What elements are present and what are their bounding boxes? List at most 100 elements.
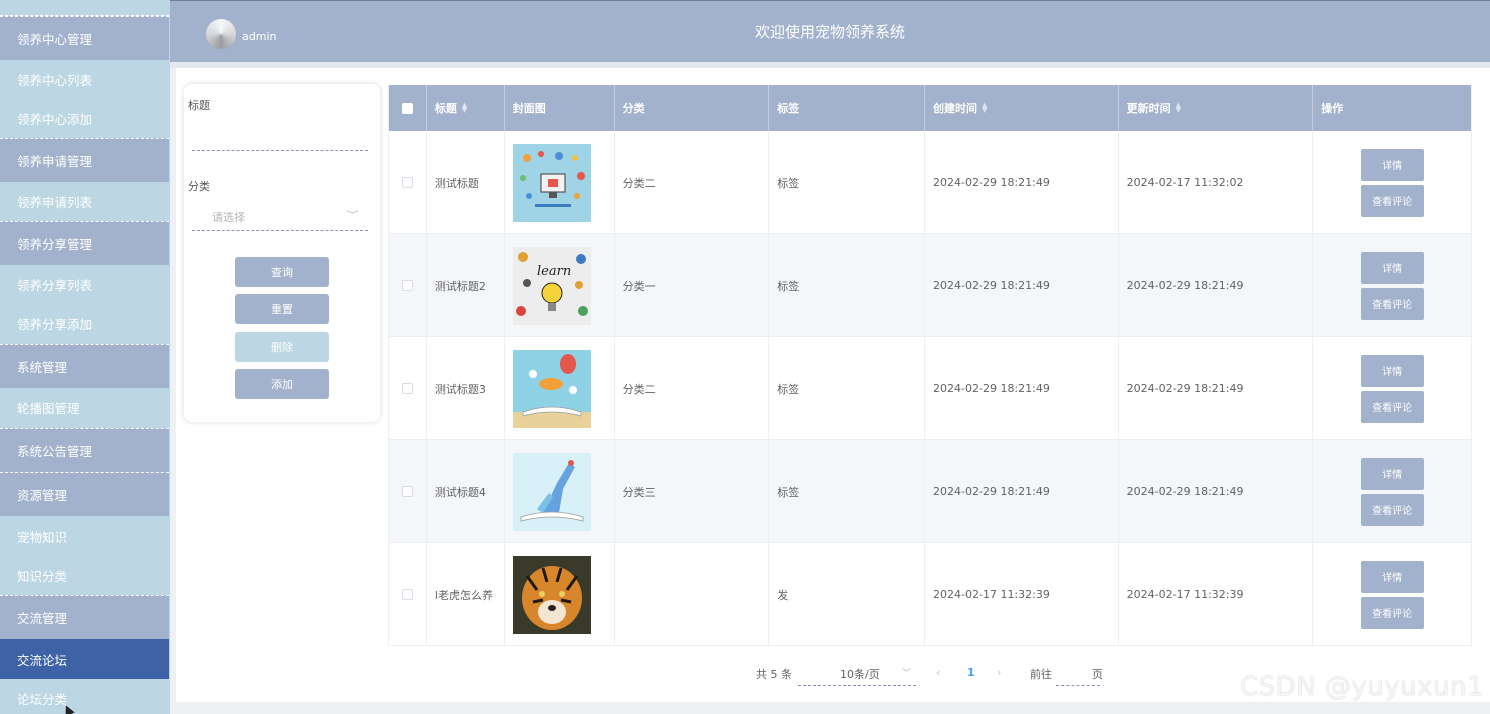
table-row: 测试标题4 分类三 标签 2024-02-29 18:21:49 2024-02… [389, 440, 1471, 543]
detail-button[interactable]: 详情 [1360, 251, 1424, 284]
goto-label: 前往 [1030, 668, 1052, 681]
sidebar-item-carousel[interactable]: 轮播图管理 [0, 388, 169, 427]
cell-title: l老虎怎么养 [427, 543, 505, 646]
cell-title: 测试标题 [427, 131, 505, 234]
column-header-label: 创建时间 [933, 102, 978, 115]
cell-tag: 发 [769, 543, 926, 646]
cell-updated-time: 2024-02-29 18:21:49 [1119, 440, 1314, 543]
cell-updated-time: 2024-02-17 11:32:39 [1119, 543, 1314, 646]
cell-created-time: 2024-02-29 18:21:49 [925, 131, 1119, 234]
page-number-current[interactable]: 1 [967, 666, 975, 679]
sidebar-item-adoption-share-list[interactable]: 领养分享列表 [0, 265, 169, 304]
sidebar-item-adoption-share-add[interactable]: 领养分享添加 [0, 304, 169, 343]
title-input[interactable] [192, 120, 368, 150]
sidebar-group-system[interactable]: 系统管理 [0, 344, 169, 388]
title-input-underline [192, 150, 368, 151]
sidebar-group-adoption-application[interactable]: 领养申请管理 [0, 138, 169, 182]
cell-updated-time: 2024-02-29 18:21:49 [1119, 234, 1314, 337]
main-content: 标题 分类 请选择 ﹀ 查询 重置 删除 添加 标题 ▲ ▼ 封面图 分类 标签 创… [176, 68, 1490, 702]
table-row: l老虎怎么养 发 2024-02-17 11:32:39 2024-02-17 … [389, 543, 1471, 646]
cell-category: 分类二 [615, 131, 770, 234]
sidebar-item-forum[interactable]: 交流论坛 [0, 639, 169, 679]
sidebar-group-adoption-share[interactable]: 领养分享管理 [0, 221, 169, 265]
detail-button[interactable]: 详情 [1360, 560, 1424, 593]
sidebar-item-label: 领养分享管理 [17, 237, 93, 252]
cell-created-time: 2024-02-29 18:21:49 [925, 234, 1119, 337]
sidebar-group-communication[interactable]: 交流管理 [0, 595, 169, 639]
watermark: CSDN @yuyuxun1 [1239, 672, 1484, 702]
cell-actions: 详情 查看评论 [1313, 337, 1471, 440]
sidebar-item-label: 领养申请管理 [17, 154, 93, 169]
sidebar-item-label: 资源管理 [17, 488, 68, 503]
detail-button[interactable]: 详情 [1360, 148, 1424, 181]
cover-image [512, 143, 591, 222]
cell-actions: 详情 查看评论 [1313, 440, 1471, 543]
column-header-label: 封面图 [512, 102, 546, 115]
sidebar-group-announcements[interactable]: 系统公告管理 [0, 428, 169, 472]
cell-tag: 标签 [769, 131, 926, 234]
category-select-placeholder: 请选择 [212, 211, 245, 224]
column-header-created[interactable]: 创建时间 ▲ ▼ [925, 85, 1119, 131]
prev-page-icon[interactable]: ‹ [936, 666, 940, 679]
column-header-cover: 封面图 [505, 85, 615, 131]
next-page-icon[interactable]: › [997, 666, 1001, 679]
cell-updated-time: 2024-02-17 11:32:02 [1119, 131, 1314, 234]
sidebar-item-label: 系统公告管理 [17, 444, 93, 459]
sidebar-item-label: 领养申请列表 [17, 195, 93, 210]
table-row: 测试标题3 分类二 标签 2024-02-29 18:21:49 2024-02… [389, 337, 1471, 440]
page-size-select[interactable]: 10条/页 [840, 666, 880, 682]
sidebar-item-label: 宠物知识 [17, 530, 68, 545]
sidebar-group-adoption-center[interactable]: 领养中心管理 [0, 16, 169, 60]
reset-button[interactable]: 重置 [235, 294, 329, 324]
add-button[interactable]: 添加 [235, 369, 329, 399]
select-all-checkbox[interactable] [401, 102, 413, 114]
sort-icon[interactable]: ▲ ▼ [982, 102, 987, 114]
view-comments-button[interactable]: 查看评论 [1360, 390, 1424, 423]
column-header-title[interactable]: 标题 ▲ ▼ [427, 85, 505, 131]
top-header: admin 欢迎使用宠物领养系统 [170, 0, 1490, 62]
query-button[interactable]: 查询 [235, 257, 329, 287]
sidebar-item-label: 领养分享列表 [17, 278, 93, 293]
column-header-label: 更新时间 [1126, 102, 1171, 115]
goto-suffix: 页 [1092, 668, 1103, 681]
cell-cover [505, 131, 615, 234]
view-comments-button[interactable]: 查看评论 [1360, 184, 1424, 217]
sidebar-item-adoption-center-list[interactable]: 领养中心列表 [0, 60, 169, 99]
cell-cover [505, 337, 615, 440]
sidebar: 领养中心管理 领养中心列表 领养中心添加 领养申请管理 领养申请列表 领养分享管… [0, 0, 170, 714]
detail-button[interactable]: 详情 [1360, 457, 1424, 490]
cell-category: 分类二 [615, 337, 770, 440]
view-comments-button[interactable]: 查看评论 [1360, 596, 1424, 629]
data-table: 标题 ▲ ▼ 封面图 分类 标签 创建时间 ▲ ▼ 更新时间 ▲ ▼ 操作 测试标题 [388, 85, 1472, 646]
sidebar-item-knowledge-category[interactable]: 知识分类 [0, 556, 169, 595]
row-checkbox[interactable] [401, 589, 413, 600]
column-header-actions: 操作 [1313, 85, 1471, 131]
cell-title: 测试标题4 [427, 440, 505, 543]
row-checkbox[interactable] [401, 486, 413, 497]
row-checkbox[interactable] [401, 383, 413, 394]
detail-button[interactable]: 详情 [1360, 354, 1424, 387]
sort-icon[interactable]: ▲ ▼ [1176, 102, 1181, 114]
row-checkbox[interactable] [401, 177, 413, 188]
sidebar-item-pet-knowledge[interactable]: 宠物知识 [0, 517, 169, 556]
search-panel: 标题 分类 请选择 ﹀ 查询 重置 删除 添加 [184, 84, 380, 422]
sidebar-item-forum-category[interactable]: 论坛分类 [0, 679, 169, 714]
cover-image [512, 349, 591, 428]
cell-category: 分类一 [615, 234, 770, 337]
row-checkbox[interactable] [401, 280, 413, 291]
cover-image [512, 452, 591, 531]
view-comments-button[interactable]: 查看评论 [1360, 493, 1424, 526]
view-comments-button[interactable]: 查看评论 [1360, 287, 1424, 320]
sidebar-item-adoption-application-list[interactable]: 领养申请列表 [0, 182, 169, 221]
page-title: 欢迎使用宠物领养系统 [754, 23, 905, 41]
delete-button[interactable]: 删除 [235, 332, 329, 362]
cover-image: learn [512, 246, 591, 325]
column-header-updated[interactable]: 更新时间 ▲ ▼ [1119, 85, 1314, 131]
sidebar-item-adoption-center-add[interactable]: 领养中心添加 [0, 99, 169, 138]
cell-tag: 标签 [769, 337, 926, 440]
column-header-label: 分类 [622, 102, 645, 115]
sort-icon[interactable]: ▲ ▼ [462, 102, 467, 114]
category-field-label: 分类 [188, 180, 210, 193]
sidebar-group-resources[interactable]: 资源管理 [0, 472, 169, 516]
cell-actions: 详情 查看评论 [1313, 543, 1471, 646]
